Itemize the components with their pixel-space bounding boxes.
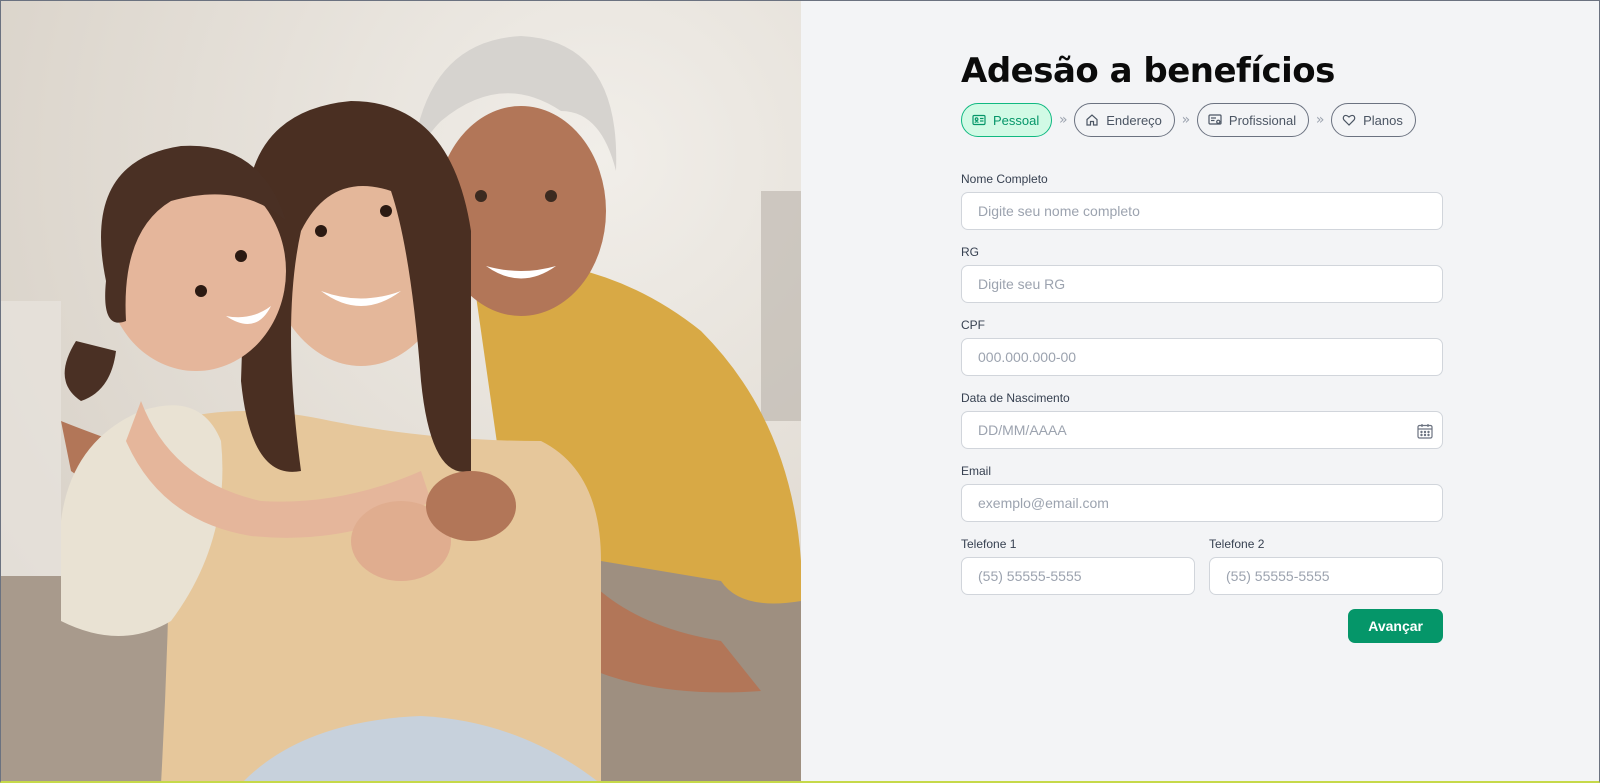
step-pessoal[interactable]: Pessoal <box>961 103 1053 137</box>
email-input[interactable] <box>962 485 1442 521</box>
briefcase-card-icon <box>1208 113 1222 127</box>
rg-field: RG <box>961 244 1443 303</box>
rg-input[interactable] <box>962 266 1442 302</box>
telefone1-field: Telefone 1 <box>961 536 1195 595</box>
step-separator: » <box>1181 112 1191 128</box>
cpf-field: CPF <box>961 317 1443 376</box>
nascimento-input-box <box>961 411 1443 449</box>
step-label: Pessoal <box>993 112 1040 128</box>
avancar-button[interactable]: Avançar <box>1348 609 1443 643</box>
email-field: Email <box>961 463 1443 522</box>
step-separator: » <box>1315 112 1325 128</box>
nome-input-box <box>961 192 1443 230</box>
step-label: Endereço <box>1106 112 1162 128</box>
rg-input-box <box>961 265 1443 303</box>
telefone2-input[interactable] <box>1210 558 1442 594</box>
nome-field: Nome Completo <box>961 171 1443 230</box>
app-window: Adesão a benefícios Pessoal » Endereço »… <box>0 0 1600 783</box>
nome-label: Nome Completo <box>961 172 1048 186</box>
telefone1-input-box <box>961 557 1195 595</box>
telefone2-field: Telefone 2 <box>1209 536 1443 595</box>
telefone1-label: Telefone 1 <box>961 537 1017 551</box>
email-label: Email <box>961 464 992 478</box>
id-card-icon <box>972 113 986 127</box>
nome-input[interactable] <box>962 193 1442 229</box>
nascimento-input[interactable] <box>962 412 1442 448</box>
actions: Avançar <box>961 609 1443 643</box>
nascimento-field: Data de Nascimento <box>961 390 1443 449</box>
form-panel: Adesão a benefícios Pessoal » Endereço »… <box>801 1 1599 781</box>
step-label: Profissional <box>1228 112 1297 128</box>
cpf-label: CPF <box>961 318 985 332</box>
family-photo-illustration <box>1 1 801 781</box>
telefone2-input-box <box>1209 557 1443 595</box>
enrollment-form: Adesão a benefícios Pessoal » Endereço »… <box>961 49 1443 643</box>
nascimento-label: Data de Nascimento <box>961 391 1070 405</box>
step-endereco[interactable]: Endereço <box>1074 103 1175 137</box>
email-input-box <box>961 484 1443 522</box>
page-title: Adesão a benefícios <box>961 51 1335 91</box>
heart-icon <box>1342 113 1356 127</box>
step-separator: » <box>1058 112 1068 128</box>
stepper: Pessoal » Endereço » Profissional » Plan… <box>961 103 1443 137</box>
cpf-input[interactable] <box>962 339 1442 375</box>
step-planos[interactable]: Planos <box>1331 103 1416 137</box>
telefone1-input[interactable] <box>962 558 1194 594</box>
home-icon <box>1085 113 1099 127</box>
calendar-icon[interactable] <box>1416 422 1434 440</box>
hero-photo <box>1 1 801 781</box>
phones-row: Telefone 1 Telefone 2 <box>961 536 1443 595</box>
telefone2-label: Telefone 2 <box>1209 537 1265 551</box>
cpf-input-box <box>961 338 1443 376</box>
step-profissional[interactable]: Profissional <box>1196 103 1310 137</box>
step-label: Planos <box>1363 112 1403 128</box>
rg-label: RG <box>961 245 979 259</box>
